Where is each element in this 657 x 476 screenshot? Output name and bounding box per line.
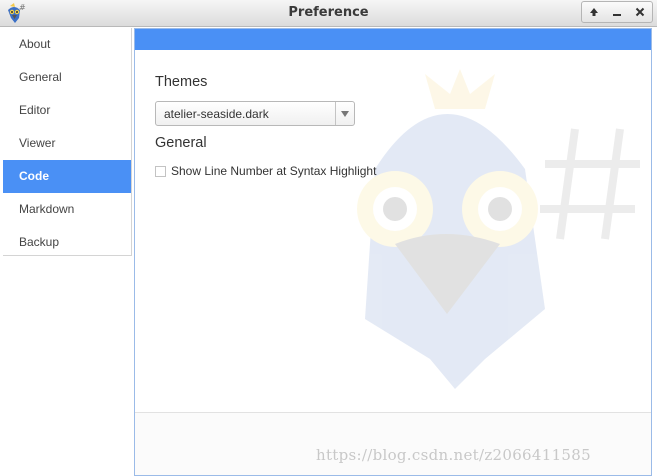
panel-footer <box>135 412 651 475</box>
themes-heading: Themes <box>155 74 208 90</box>
theme-select-value: atelier-seaside.dark <box>164 107 269 121</box>
panel-header-bar <box>135 29 651 50</box>
window-title: Preference <box>288 5 369 20</box>
sidebar-item-editor[interactable]: Editor <box>3 94 131 127</box>
minimize-button[interactable] <box>608 3 626 21</box>
sidebar-item-backup[interactable]: Backup <box>3 226 131 259</box>
sidebar: About General Editor Viewer Code Markdow… <box>3 28 132 256</box>
code-settings-panel: Themes atelier-seaside.dark General Show… <box>134 28 652 476</box>
close-button[interactable] <box>631 3 649 21</box>
mascot-watermark-icon <box>357 69 640 389</box>
line-number-option[interactable]: Show Line Number at Syntax Highlight <box>155 164 376 178</box>
line-number-checkbox[interactable] <box>155 165 166 177</box>
sidebar-item-code[interactable]: Code <box>3 160 131 193</box>
line-number-checkbox-label: Show Line Number at Syntax Highlight <box>171 164 377 178</box>
minimize-icon <box>612 14 621 16</box>
theme-select[interactable]: atelier-seaside.dark <box>155 101 355 126</box>
sidebar-item-viewer[interactable]: Viewer <box>3 127 131 160</box>
chevron-down-icon[interactable] <box>335 102 354 125</box>
general-heading: General <box>155 135 207 151</box>
blog-url-watermark: https://blog.csdn.net/z2066411585 <box>316 446 591 464</box>
title-bar: # Preference <box>0 0 657 27</box>
sidebar-item-markdown[interactable]: Markdown <box>3 193 131 226</box>
sidebar-item-about[interactable]: About <box>3 28 131 61</box>
up-arrow-icon <box>589 8 598 16</box>
window-controls <box>581 1 653 23</box>
sidebar-item-general[interactable]: General <box>3 61 131 94</box>
maximize-button[interactable] <box>585 3 603 21</box>
close-icon <box>636 7 645 17</box>
